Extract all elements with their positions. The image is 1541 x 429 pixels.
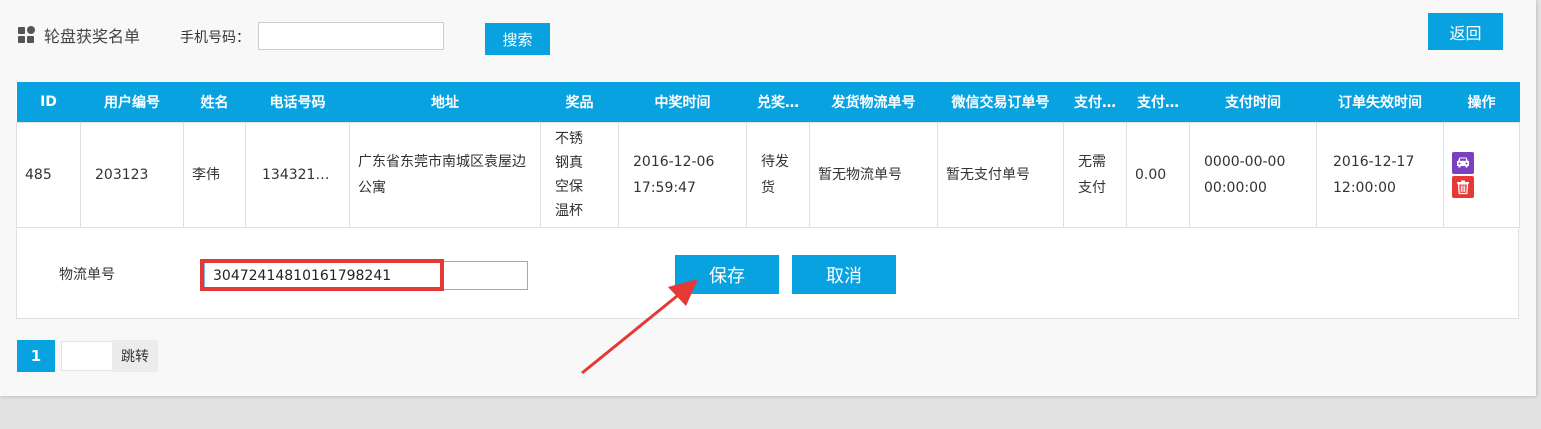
column-header[interactable]: 微信交易订单号 — [937, 82, 1064, 123]
cell-win-time: 2016-12-06 17:59:47 — [618, 122, 747, 228]
column-header[interactable]: 发货物流单号 — [809, 82, 938, 123]
car-icon[interactable] — [1452, 152, 1474, 174]
cell-redeem-status-text: 待发货 — [761, 154, 789, 196]
column-header[interactable]: 奖品 — [540, 82, 619, 123]
column-header[interactable]: 兑奖… — [746, 82, 810, 123]
search-button[interactable]: 搜索 — [485, 23, 550, 55]
cell-actions — [1443, 122, 1520, 228]
cell-pay-amount: 0.00 — [1126, 122, 1190, 228]
cell-prize: 不锈钢真空保温杯 — [540, 122, 619, 228]
column-header[interactable]: 姓名 — [183, 82, 246, 123]
grid-icon — [18, 26, 36, 44]
cell-phone: 134321… — [245, 122, 350, 228]
cell-pay-time: 0000-00-00 00:00:00 — [1189, 122, 1317, 228]
column-header[interactable]: 支付… — [1063, 82, 1127, 123]
column-header[interactable]: 支付时间 — [1189, 82, 1317, 123]
cell-id: 485 — [16, 122, 81, 228]
cell-wechat-order: 暂无支付单号 — [937, 122, 1064, 228]
page-jump-input[interactable] — [61, 341, 113, 371]
column-header[interactable]: 中奖时间 — [618, 82, 747, 123]
cell-prize-text: 不锈钢真空保温杯 — [555, 131, 583, 219]
annotation-arrow — [581, 279, 698, 375]
back-button[interactable]: 返回 — [1428, 13, 1503, 50]
column-header[interactable]: 用户编号 — [80, 82, 184, 123]
column-header[interactable]: 支付… — [1126, 82, 1190, 123]
page-title-text: 轮盘获奖名单 — [44, 27, 141, 46]
table-header-row: ID 用户编号 姓名 电话号码 地址 奖品 中奖时间 兑奖… 发货物流单号 微信… — [16, 82, 1520, 123]
column-header[interactable]: 电话号码 — [245, 82, 350, 123]
cell-logistics-no: 暂无物流单号 — [809, 122, 938, 228]
phone-search-input[interactable] — [258, 22, 444, 50]
page-number-current[interactable]: 1 — [17, 340, 55, 372]
trash-icon[interactable] — [1452, 176, 1474, 198]
winners-table: ID 用户编号 姓名 电话号码 地址 奖品 中奖时间 兑奖… 发货物流单号 微信… — [16, 82, 1520, 228]
logistics-label: 物流单号 — [59, 267, 115, 283]
cell-pay-type: 无需支付 — [1063, 122, 1127, 228]
cell-user-no: 203123 — [80, 122, 184, 228]
jump-button[interactable]: 跳转 — [112, 340, 158, 372]
column-header[interactable]: ID — [16, 82, 81, 123]
page-title: 轮盘获奖名单 — [18, 23, 140, 47]
cell-address: 广东省东莞市南城区袁屋边公寓 — [349, 122, 541, 228]
cell-expire-time: 2016-12-17 12:00:00 — [1316, 122, 1444, 228]
cancel-button[interactable]: 取消 — [792, 255, 896, 294]
cell-pay-type-text: 无需支付 — [1078, 154, 1106, 196]
column-header[interactable]: 操作 — [1443, 82, 1520, 123]
phone-label: 手机号码： — [180, 30, 250, 46]
cell-name: 李伟 — [183, 122, 246, 228]
logistics-no-input[interactable] — [204, 261, 528, 290]
pagination: 1 跳转 — [17, 340, 158, 372]
column-header[interactable]: 订单失效时间 — [1316, 82, 1444, 123]
column-header[interactable]: 地址 — [349, 82, 541, 123]
table-row: 485 203123 李伟 134321… 广东省东莞市南城区袁屋边公寓 不锈钢… — [16, 122, 1520, 228]
cell-redeem-status: 待发货 — [746, 122, 810, 228]
